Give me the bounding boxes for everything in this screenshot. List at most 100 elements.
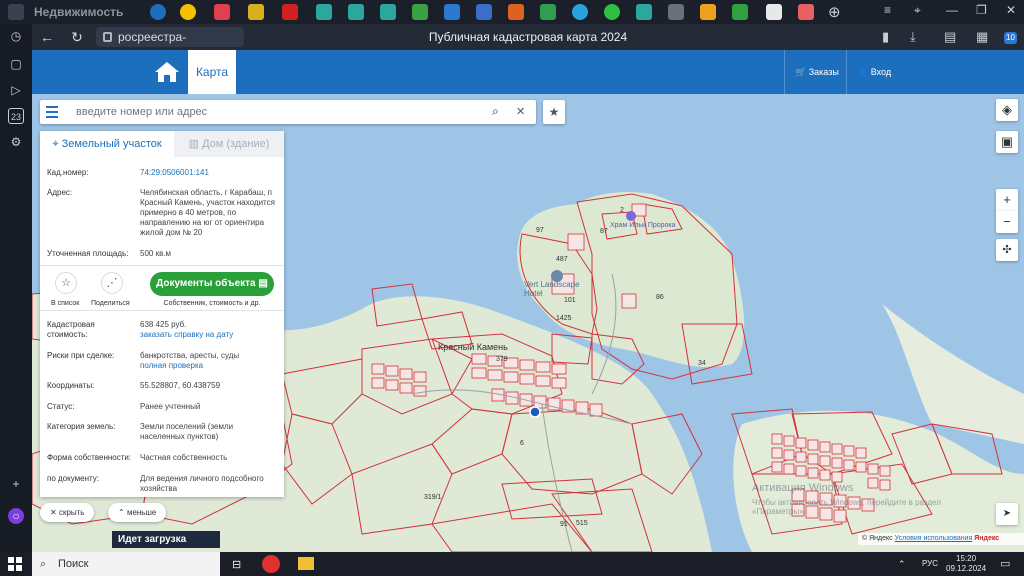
tab-favicon-icon[interactable] — [412, 4, 428, 20]
browser-menu-icon[interactable] — [8, 4, 24, 20]
maximize-icon[interactable]: ❐ — [976, 3, 987, 17]
calendar-icon[interactable]: 23 — [8, 108, 24, 124]
history-icon[interactable]: ◷ — [8, 28, 24, 44]
search-icon: ⌕ — [40, 558, 47, 570]
share-icon[interactable]: ⋰ — [101, 272, 123, 294]
tab-favicon-icon[interactable] — [180, 4, 196, 20]
download-icon[interactable]: ⤓ — [910, 28, 916, 46]
back-icon[interactable]: ← — [38, 28, 56, 46]
user-icon: 👤 — [857, 67, 869, 77]
whatsapp-favicon-icon[interactable] — [604, 4, 620, 20]
tab-favicon-icon[interactable] — [380, 4, 396, 20]
new-tab-icon[interactable]: ⊕ — [828, 3, 841, 21]
share-label[interactable]: Поделиться — [91, 300, 130, 307]
caret-up-icon[interactable]: ⌃ — [898, 559, 906, 569]
login-button[interactable]: 👤 Вход — [846, 50, 902, 94]
tab-favicon-icon[interactable] — [540, 4, 556, 20]
reload-icon[interactable]: ↻ — [68, 28, 86, 46]
search-input[interactable] — [76, 100, 496, 124]
pin-icon[interactable]: ⌖ — [914, 3, 921, 18]
yandex-browser-icon[interactable] — [262, 555, 280, 573]
tab-favicon-icon[interactable] — [668, 4, 684, 20]
clear-icon[interactable]: ✕ — [516, 105, 525, 118]
tab-favicon-icon[interactable] — [282, 4, 298, 20]
building-icon: ▥ — [188, 138, 203, 150]
orders-button[interactable]: 🛒 Заказы — [784, 50, 846, 94]
bookmarks-icon[interactable]: ▢ — [8, 56, 24, 72]
parcel-number: 319/1 — [424, 494, 442, 501]
parcel-number: 97 — [536, 227, 544, 234]
add-panel-icon[interactable]: + — [8, 476, 24, 492]
chapel-poi-icon[interactable] — [626, 211, 636, 221]
clock-time[interactable]: 15:20 — [956, 554, 976, 564]
menu-icon[interactable] — [46, 106, 58, 118]
tab-map[interactable]: Карта — [188, 50, 236, 94]
tab-favicon-icon[interactable] — [214, 4, 230, 20]
extensions-badge[interactable]: 10 — [1004, 32, 1017, 44]
address-value: Челябинская область, г Карабаш, п Красны… — [140, 188, 275, 237]
ownership-value: Частная собственность — [140, 453, 228, 462]
tab-active-favicon-icon[interactable] — [150, 4, 166, 20]
panel-tabs: ⌖ Земельный участок ▥ Дом (здание) — [40, 131, 284, 157]
address-bar-row: ← ↻ росреестра-выписка.рус Публичная кад… — [32, 24, 1024, 64]
tab-first[interactable]: Недвижимость — [34, 3, 144, 21]
language-indicator[interactable]: РУС — [922, 559, 938, 569]
notifications-icon[interactable]: ▭ — [1000, 557, 1010, 570]
minimize-icon[interactable]: — — [946, 3, 958, 17]
bookmark-icon[interactable]: ▮ — [882, 28, 889, 46]
tab-list-icon[interactable]: ≡ — [884, 3, 891, 17]
tab-favicon-icon[interactable] — [248, 4, 264, 20]
tab-favicon-icon[interactable] — [766, 4, 782, 20]
tab-favicon-icon[interactable] — [636, 4, 652, 20]
risks-label: Риски при сделке: — [47, 351, 115, 360]
tab-favicon-icon[interactable] — [476, 4, 492, 20]
windows-start-icon[interactable] — [8, 557, 22, 571]
tab-favicon-icon[interactable] — [508, 4, 524, 20]
tab-favicon-icon[interactable] — [316, 4, 332, 20]
taskbar-search[interactable]: ⌕ Поиск — [32, 552, 220, 576]
vk-favicon-icon[interactable] — [444, 4, 460, 20]
tab-land-plot[interactable]: ⌖ Земельный участок — [40, 131, 174, 157]
telegram-favicon-icon[interactable] — [572, 4, 588, 20]
tab-favicon-icon[interactable] — [798, 4, 814, 20]
panel-actions: ☆ В список ⋰ Поделиться Документы объект… — [40, 265, 284, 311]
url-field[interactable]: росреестра-выписка.рус — [96, 27, 244, 64]
ruler-icon[interactable]: ✣ — [996, 239, 1018, 261]
basemap-icon[interactable]: ▣ — [996, 131, 1018, 153]
play-icon[interactable]: ▷ — [8, 82, 24, 98]
star-outline-icon[interactable]: ☆ — [55, 272, 77, 294]
cad-number-value[interactable]: 74:29:0506001:141 — [140, 168, 280, 178]
settings-icon[interactable]: ⚙ — [8, 134, 24, 150]
tab-building[interactable]: ▥ Дом (здание) — [174, 131, 284, 157]
zoom-out-button[interactable]: − — [996, 211, 1018, 233]
cost-report-link[interactable]: заказать справку на дату — [140, 330, 280, 340]
browser-sidebar: ◷ ▢ ▷ 23 ⚙ + ○ — [0, 24, 32, 552]
location-marker[interactable] — [529, 406, 541, 418]
hide-panel-button[interactable]: ✕ скрыть — [40, 503, 95, 522]
file-explorer-icon[interactable] — [298, 557, 314, 570]
less-button[interactable]: ⌃ меньше — [108, 503, 167, 522]
add-to-list-label[interactable]: В список — [51, 300, 79, 307]
chapel-label: Храм Ильи Пророка — [610, 222, 676, 229]
tab-favicon-icon[interactable] — [348, 4, 364, 20]
clock-date[interactable]: 09.12.2024 — [946, 564, 986, 574]
alice-icon[interactable]: ○ — [8, 508, 24, 524]
layers-icon[interactable]: ◈ — [996, 99, 1018, 121]
terms-link[interactable]: Условия использования — [895, 535, 973, 542]
tab-favicon-icon[interactable] — [732, 4, 748, 20]
task-view-icon[interactable]: ⊟ — [232, 558, 241, 571]
documents-button[interactable]: Документы объекта ▤ — [150, 272, 274, 296]
home-icon[interactable] — [153, 60, 181, 84]
geolocate-icon[interactable]: ➤ — [996, 503, 1018, 525]
zoom-in-button[interactable]: + — [996, 189, 1018, 211]
close-window-icon[interactable]: ✕ — [1006, 3, 1016, 17]
parcel-number: 34 — [698, 360, 706, 367]
reader-icon[interactable]: ▦ — [976, 28, 988, 46]
cart-icon: 🛒 — [795, 67, 807, 77]
favorites-star-icon[interactable]: ★ — [543, 100, 565, 124]
parcel-number: 379 — [496, 356, 508, 363]
search-icon[interactable]: ⌕ — [492, 104, 499, 119]
full-check-link[interactable]: полная проверка — [140, 361, 280, 371]
chat-icon[interactable]: ▤ — [944, 28, 956, 46]
tab-favicon-icon[interactable] — [700, 4, 716, 20]
